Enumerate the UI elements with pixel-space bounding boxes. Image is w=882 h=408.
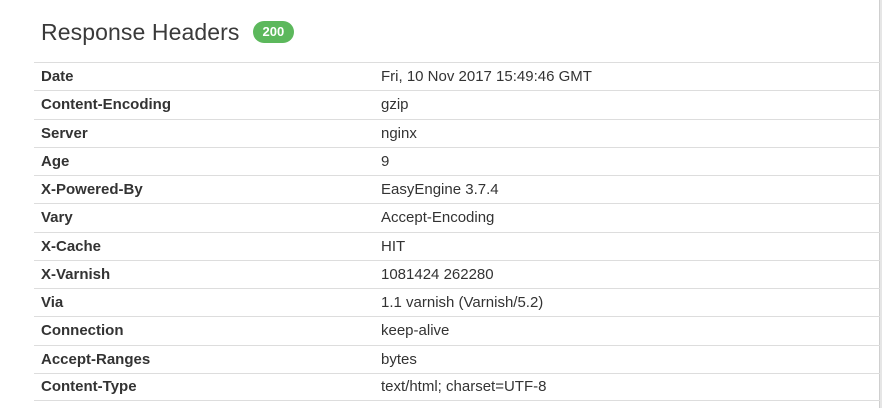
header-name: Via bbox=[41, 294, 64, 312]
table-row: Vary Accept-Encoding bbox=[34, 203, 880, 231]
header-value: Fri, 10 Nov 2017 15:49:46 GMT bbox=[381, 68, 592, 86]
response-headers-panel: Response Headers 200 Date Fri, 10 Nov 20… bbox=[0, 0, 880, 408]
header-value: HIT bbox=[381, 237, 406, 255]
headers-table: Date Fri, 10 Nov 2017 15:49:46 GMT Conte… bbox=[34, 62, 880, 401]
table-row: Accept-Ranges bytes bbox=[34, 344, 880, 373]
table-row: Connection keep-alive bbox=[34, 316, 880, 344]
header-name: Accept-Ranges bbox=[41, 350, 151, 368]
header-name: Content-Type bbox=[41, 378, 137, 396]
header-value: bytes bbox=[381, 350, 417, 368]
header-name: X-Cache bbox=[41, 237, 102, 255]
panel-header: Response Headers 200 bbox=[41, 14, 295, 50]
header-value: 1.1 varnish (Varnish/5.2) bbox=[381, 294, 544, 312]
header-name: Age bbox=[41, 152, 70, 170]
header-name: X-Powered-By bbox=[41, 181, 143, 199]
header-name: Content-Encoding bbox=[41, 96, 171, 114]
header-value: text/html; charset=UTF-8 bbox=[381, 378, 547, 396]
table-row: X-Varnish 1081424 262280 bbox=[34, 259, 880, 288]
header-value: 1081424 262280 bbox=[381, 265, 494, 283]
table-row: Via 1.1 varnish (Varnish/5.2) bbox=[34, 288, 880, 316]
header-value: 9 bbox=[381, 152, 390, 170]
table-row: X-Cache HIT bbox=[34, 231, 880, 260]
table-row: Content-Type text/html; charset=UTF-8 bbox=[34, 372, 880, 401]
table-row: Age 9 bbox=[34, 146, 880, 175]
table-row: Content-Encoding gzip bbox=[34, 90, 880, 118]
header-name: Server bbox=[41, 124, 88, 142]
header-name: Vary bbox=[41, 209, 73, 227]
header-value: Accept-Encoding bbox=[381, 209, 495, 227]
panel-title: Response Headers bbox=[41, 18, 240, 45]
table-row: Server nginx bbox=[34, 118, 880, 147]
table-row: Date Fri, 10 Nov 2017 15:49:46 GMT bbox=[34, 62, 880, 90]
table-row: X-Powered-By EasyEngine 3.7.4 bbox=[34, 175, 880, 203]
status-badge: 200 bbox=[252, 21, 295, 43]
header-value: nginx bbox=[381, 124, 417, 142]
header-value: gzip bbox=[381, 96, 409, 114]
header-value: keep-alive bbox=[381, 322, 450, 340]
header-name: Connection bbox=[41, 322, 124, 340]
header-value: EasyEngine 3.7.4 bbox=[381, 181, 499, 199]
header-name: X-Varnish bbox=[41, 265, 111, 283]
header-name: Date bbox=[41, 68, 74, 86]
